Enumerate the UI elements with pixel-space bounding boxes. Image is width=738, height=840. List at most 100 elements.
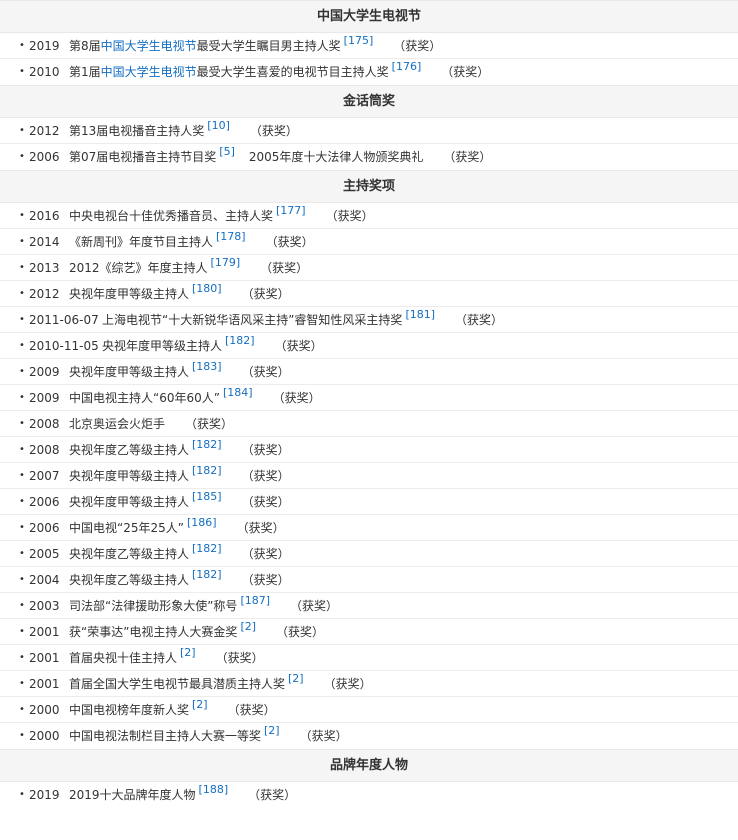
award-row: • 2000 中国电视榜年度新人奖 [2] （获奖） xyxy=(0,697,738,723)
reference-link[interactable]: [182] xyxy=(192,464,222,477)
reference-link[interactable]: [186] xyxy=(187,516,217,529)
award-status: （获奖） xyxy=(215,651,264,665)
bullet-icon: • xyxy=(19,40,25,51)
reference-link[interactable]: [182] xyxy=(225,334,255,347)
award-status: （获奖） xyxy=(299,729,348,743)
reference-link[interactable]: [10] xyxy=(207,119,230,132)
award-row: • 2012 央视年度甲等级主持人 [180] （获奖） xyxy=(0,281,738,307)
award-ceremony: 2005年度十大法律人物颁奖典礼 xyxy=(248,150,424,164)
reference-link[interactable]: [2] xyxy=(288,672,304,685)
reference-link[interactable]: [2] xyxy=(192,698,208,711)
award-row: • 2007 央视年度甲等级主持人 [182] （获奖） xyxy=(0,463,738,489)
award-text: 《新周刊》年度节目主持人 [178] （获奖） xyxy=(69,229,314,254)
award-year: 2010 xyxy=(29,65,60,79)
award-status: （获奖） xyxy=(260,261,309,275)
awards-list: 中国大学生电视节 • 2019 第8届中国大学生电视节最受大学生瞩目男主持人奖 [175… xyxy=(0,0,738,808)
award-status: （获奖） xyxy=(274,339,323,353)
award-status: （获奖） xyxy=(443,150,492,164)
award-status: （获奖） xyxy=(455,313,504,327)
award-row: • 2001 首届全国大学生电视节最具潜质主持人奖 [2] （获奖） xyxy=(0,671,738,697)
reference-link[interactable]: [177] xyxy=(276,204,306,217)
award-status: （获奖） xyxy=(185,417,234,431)
reference-link[interactable]: [179] xyxy=(211,256,241,269)
award-status: （获奖） xyxy=(265,235,314,249)
bullet-icon: • xyxy=(19,236,25,247)
award-year: 2001 xyxy=(29,677,60,691)
reference-link[interactable]: [2] xyxy=(180,646,196,659)
award-name: 央视年度甲等级主持人 xyxy=(69,287,190,301)
reference-link[interactable]: [188] xyxy=(199,783,229,796)
reference-link[interactable]: [185] xyxy=(192,490,222,503)
award-year: 2004 xyxy=(29,573,60,587)
award-link[interactable]: 中国大学生电视节 xyxy=(101,39,197,53)
bullet-icon: • xyxy=(19,151,25,162)
award-name-suffix: 最受大学生瞩目男主持人奖 xyxy=(196,39,341,53)
award-status: （获奖） xyxy=(241,365,290,379)
award-text: 第1届中国大学生电视节最受大学生喜爱的电视节目主持人奖 [176] （获奖） xyxy=(69,59,489,85)
award-year: 2007 xyxy=(29,469,60,483)
bullet-icon: • xyxy=(19,210,25,221)
award-year: 2008 xyxy=(29,443,60,457)
bullet-icon: • xyxy=(19,789,25,800)
bullet-icon: • xyxy=(19,262,25,273)
award-row: • 2010 第1届中国大学生电视节最受大学生喜爱的电视节目主持人奖 [176] （获奖… xyxy=(0,59,738,85)
award-status: （获奖） xyxy=(249,124,298,138)
reference-link[interactable]: [181] xyxy=(405,308,435,321)
bullet-icon: • xyxy=(19,652,25,663)
bullet-icon: • xyxy=(19,288,25,299)
reference-link[interactable]: [2] xyxy=(264,724,280,737)
award-name: 中国电视法制栏目主持人大赛一等奖 xyxy=(69,729,262,743)
award-name: 获“荣事达”电视主持人大赛金奖 xyxy=(69,625,238,639)
reference-link[interactable]: [178] xyxy=(216,230,246,243)
award-name: 第8届 xyxy=(69,39,101,53)
bullet-icon: • xyxy=(19,730,25,741)
bullet-icon: • xyxy=(19,496,25,507)
award-row: • 2012 第13届电视播音主持人奖 [10] （获奖） xyxy=(0,118,738,144)
award-year: 2008 xyxy=(29,417,60,431)
award-name: 北京奥运会火炬手 xyxy=(69,417,166,431)
section-header: 中国大学生电视节 xyxy=(0,0,738,33)
award-name: 央视年度甲等级主持人 xyxy=(69,365,190,379)
award-link[interactable]: 中国大学生电视节 xyxy=(101,65,197,79)
reference-link[interactable]: [176] xyxy=(392,60,422,73)
award-name: 中央电视台十佳优秀播音员、主持人奖 xyxy=(69,209,274,223)
award-status: （获奖） xyxy=(241,469,290,483)
bullet-icon: • xyxy=(19,125,25,136)
bullet-icon: • xyxy=(19,704,25,715)
bullet-icon: • xyxy=(19,418,25,429)
reference-link[interactable]: [187] xyxy=(240,594,270,607)
award-text: 第07届电视播音主持节目奖 [5] 2005年度十大法律人物颁奖典礼 （获奖） xyxy=(69,144,491,170)
award-row: • 2009 央视年度甲等级主持人 [183] （获奖） xyxy=(0,359,738,385)
bullet-icon: • xyxy=(19,600,25,611)
award-text: 央视年度乙等级主持人 [182] （获奖） xyxy=(69,437,290,462)
reference-link[interactable]: [182] xyxy=(192,568,222,581)
award-name: 央视年度甲等级主持人 xyxy=(102,339,223,353)
bullet-icon: • xyxy=(19,548,25,559)
reference-link[interactable]: [182] xyxy=(192,542,222,555)
award-year: 2011-06-07 xyxy=(29,313,99,327)
reference-link[interactable]: [2] xyxy=(240,620,256,633)
reference-link[interactable]: [180] xyxy=(192,282,222,295)
reference-link[interactable]: [175] xyxy=(344,34,374,47)
reference-link[interactable]: [5] xyxy=(219,145,235,158)
award-text: 首届央视十佳主持人 [2] （获奖） xyxy=(69,645,264,670)
award-text: 第8届中国大学生电视节最受大学生瞩目男主持人奖 [175] （获奖） xyxy=(69,33,441,58)
award-name: 央视年度乙等级主持人 xyxy=(69,573,190,587)
award-year: 2006 xyxy=(29,495,60,509)
award-name: 央视年度乙等级主持人 xyxy=(69,547,190,561)
award-text: 央视年度乙等级主持人 [182] （获奖） xyxy=(69,567,290,592)
award-year: 2000 xyxy=(29,729,60,743)
reference-link[interactable]: [184] xyxy=(223,386,253,399)
award-text: 中国电视主持人“60年60人” [184] （获奖） xyxy=(69,385,321,410)
award-section: 主持奖项 • 2016 中央电视台十佳优秀播音员、主持人奖 [177] （获奖） • 2014… xyxy=(0,170,738,749)
award-year: 2006 xyxy=(29,521,60,535)
reference-link[interactable]: [182] xyxy=(192,438,222,451)
award-year: 2014 xyxy=(29,235,60,249)
award-row: • 2005 央视年度乙等级主持人 [182] （获奖） xyxy=(0,541,738,567)
award-status: （获奖） xyxy=(325,209,374,223)
award-year: 2019 xyxy=(29,39,60,53)
award-text: 第13届电视播音主持人奖 [10] （获奖） xyxy=(69,118,298,143)
award-name: 中国电视“25年25人” xyxy=(69,521,184,535)
reference-link[interactable]: [183] xyxy=(192,360,222,373)
award-year: 2019 xyxy=(29,788,60,802)
